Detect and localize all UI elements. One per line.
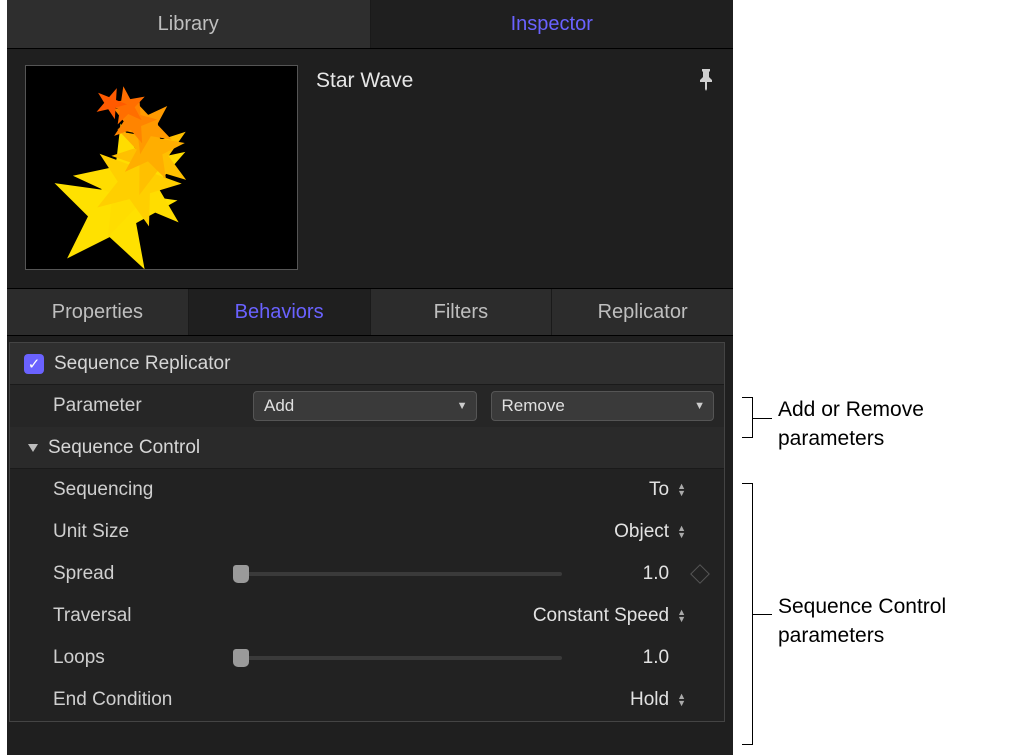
parameter-label: Parameter: [53, 395, 253, 417]
preview-thumbnail: [25, 65, 298, 270]
pin-icon[interactable]: [697, 69, 715, 93]
chevron-down-icon: ▼: [457, 400, 468, 412]
tab-replicator[interactable]: Replicator: [552, 289, 733, 335]
spread-row: Spread 1.0 ▲▼: [10, 553, 724, 595]
end-condition-row: End Condition Hold ▲▼: [10, 679, 724, 721]
behavior-header-row: ✓ Sequence Replicator: [10, 343, 724, 385]
spread-slider-thumb[interactable]: [233, 565, 249, 583]
callout-add-remove: Add or Removeparameters: [778, 395, 924, 454]
sequence-control-header[interactable]: Sequence Control: [10, 427, 724, 469]
sequencing-row: Sequencing To ▲▼: [10, 469, 724, 511]
parameter-row: Parameter Add ▼ Remove ▼: [10, 385, 724, 427]
traversal-value[interactable]: Constant Speed: [533, 605, 669, 627]
preview-row: Star Wave: [7, 49, 733, 288]
disclosure-triangle-icon[interactable]: [28, 444, 38, 452]
parameter-add-popup[interactable]: Add ▼: [253, 391, 477, 421]
end-condition-label: End Condition: [53, 689, 233, 711]
sequence-control-title: Sequence Control: [48, 437, 200, 459]
callout-sequence-control: Sequence Controlparameters: [778, 592, 946, 651]
annotation-layer: Add or Removeparameters Sequence Control…: [738, 0, 1018, 755]
parameter-add-label: Add: [264, 396, 294, 416]
parameter-remove-popup[interactable]: Remove ▼: [491, 391, 715, 421]
sequencing-stepper[interactable]: ▲▼: [677, 483, 686, 497]
tab-behaviors[interactable]: Behaviors: [189, 289, 371, 335]
spread-label: Spread: [53, 563, 233, 585]
loops-slider[interactable]: [233, 656, 562, 660]
unit-size-value[interactable]: Object: [614, 521, 669, 543]
traversal-stepper[interactable]: ▲▼: [677, 609, 686, 623]
tab-filters[interactable]: Filters: [371, 289, 553, 335]
parameter-remove-label: Remove: [502, 396, 565, 416]
inspector-subtabs: Properties Behaviors Filters Replicator: [7, 288, 733, 336]
unit-size-row: Unit Size Object ▲▼: [10, 511, 724, 553]
tab-inspector[interactable]: Inspector: [371, 0, 734, 48]
tab-properties[interactable]: Properties: [7, 289, 189, 335]
title-area: Star Wave: [316, 65, 715, 93]
loops-value[interactable]: 1.0: [643, 647, 669, 669]
top-tabs: Library Inspector: [7, 0, 733, 49]
object-title: Star Wave: [316, 69, 413, 93]
end-condition-value[interactable]: Hold: [630, 689, 669, 711]
loops-slider-thumb[interactable]: [233, 649, 249, 667]
unit-size-label: Unit Size: [53, 521, 233, 543]
tab-library[interactable]: Library: [7, 0, 371, 48]
traversal-label: Traversal: [53, 605, 233, 627]
spread-slider[interactable]: [233, 572, 562, 576]
behavior-title: Sequence Replicator: [54, 353, 230, 375]
enable-behavior-checkbox[interactable]: ✓: [24, 354, 44, 374]
chevron-down-icon: ▼: [694, 400, 705, 412]
end-condition-stepper[interactable]: ▲▼: [677, 693, 686, 707]
sequencing-value[interactable]: To: [649, 479, 669, 501]
loops-row: Loops 1.0 ▲▼: [10, 637, 724, 679]
spread-value[interactable]: 1.0: [643, 563, 669, 585]
parameters-body: ✓ Sequence Replicator Parameter Add ▼ Re…: [9, 342, 725, 722]
traversal-row: Traversal Constant Speed ▲▼: [10, 595, 724, 637]
inspector-panel: Library Inspector Star Wave: [7, 0, 733, 755]
sequencing-label: Sequencing: [53, 479, 233, 501]
loops-label: Loops: [53, 647, 233, 669]
unit-size-stepper[interactable]: ▲▼: [677, 525, 686, 539]
spread-keyframe-icon[interactable]: [690, 564, 710, 584]
